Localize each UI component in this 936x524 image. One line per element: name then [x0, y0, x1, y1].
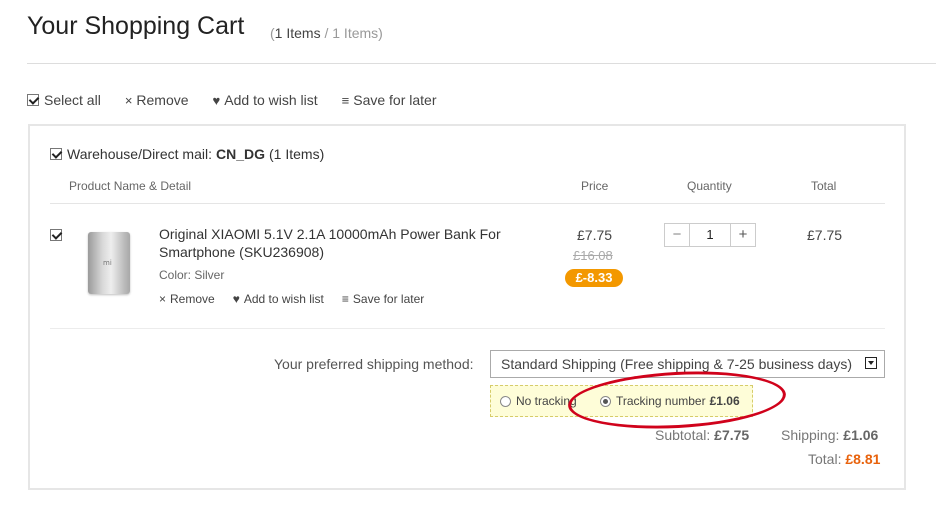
remove-selected-label: Remove [136, 92, 189, 108]
product-thumbnail[interactable]: mi [88, 232, 130, 294]
cart-toolbar: Select all × Remove ♥ Add to wish list ≡… [27, 92, 461, 108]
item-count: (1 Items / 1 Items) [270, 25, 383, 41]
chevron-down-icon [865, 357, 877, 369]
item-price: £7.75 [577, 227, 613, 243]
item-wishlist-label: Add to wish list [243, 292, 324, 306]
quantity-increase-button[interactable]: + [730, 224, 755, 246]
quantity-input[interactable]: 1 [690, 224, 730, 246]
item-total: £7.75 [807, 227, 843, 243]
heart-icon: ♥ [232, 292, 240, 306]
item-checkbox[interactable] [50, 228, 62, 241]
grand-total: Total: £8.81 [808, 451, 880, 467]
item-divider [50, 328, 885, 329]
count-total: 1 Items [332, 25, 379, 41]
subtotal-label: Subtotal: [655, 427, 711, 443]
no-tracking-option[interactable]: No tracking [500, 394, 577, 408]
column-header-product: Product Name & Detail [69, 179, 192, 193]
warehouse-count: (1 Items) [269, 146, 325, 162]
grand-total-value: £8.81 [845, 451, 881, 467]
list-icon: ≡ [341, 292, 349, 306]
item-save-later-label: Save for later [352, 292, 425, 306]
close-icon: × [159, 292, 167, 306]
grand-total-label: Total: [808, 451, 842, 467]
shipping-method-label: Your preferred shipping method: [274, 356, 474, 372]
column-header-quantity: Quantity [687, 179, 732, 193]
warehouse-header[interactable]: Warehouse/Direct mail: CN_DG (1 Items) [50, 146, 324, 162]
quantity-decrease-button[interactable]: − [665, 224, 690, 246]
item-original-price: £16.08 [573, 248, 613, 263]
item-remove-label: Remove [170, 292, 215, 306]
page-title: Your Shopping Cart [27, 12, 245, 40]
warehouse-checkbox[interactable] [50, 148, 62, 160]
select-all-checkbox[interactable] [27, 94, 39, 106]
item-wishlist-button[interactable]: ♥ Add to wish list [233, 292, 324, 306]
select-all-toggle[interactable]: Select all [27, 92, 101, 108]
item-actions: × Remove ♥ Add to wish list ≡ Save for l… [159, 292, 442, 306]
close-icon: × [124, 92, 133, 108]
header-divider [50, 203, 885, 204]
product-color: Color: Silver [159, 268, 225, 282]
save-for-later-label: Save for later [353, 92, 437, 108]
discount-badge: £-8.33 [565, 269, 623, 287]
shipping-cost-label: Shipping: [781, 427, 840, 443]
list-icon: ≡ [341, 92, 350, 108]
column-header-total: Total [811, 179, 837, 193]
quantity-stepper: − 1 + [664, 223, 756, 247]
count-close: ) [378, 25, 383, 41]
title-divider [27, 63, 936, 64]
subtotal: Subtotal: £7.75 [655, 427, 749, 443]
heart-icon: ♥ [212, 92, 221, 108]
warehouse-code: CN_DG [215, 146, 265, 162]
product-name-link[interactable]: Original XIAOMI 5.1V 2.1A 10000mAh Power… [159, 225, 529, 261]
shipping-cost-value: £1.06 [843, 427, 879, 443]
product-logo: mi [103, 259, 112, 267]
count-separator: / [320, 25, 333, 41]
column-header-price: Price [581, 179, 609, 193]
item-save-later-button[interactable]: ≡ Save for later [342, 292, 424, 306]
item-remove-button[interactable]: × Remove [159, 292, 215, 306]
remove-selected-button[interactable]: × Remove [125, 92, 189, 108]
subtotal-value: £7.75 [714, 427, 750, 443]
add-to-wishlist-label: Add to wish list [224, 92, 318, 108]
shipping-cost: Shipping: £1.06 [781, 427, 878, 443]
select-all-label: Select all [44, 92, 101, 108]
count-current: 1 Items [274, 25, 321, 41]
add-selected-to-wishlist-button[interactable]: ♥ Add to wish list [213, 92, 318, 108]
warehouse-prefix: Warehouse/Direct mail: [67, 146, 212, 162]
save-selected-for-later-button[interactable]: ≡ Save for later [342, 92, 437, 108]
shipping-method-value: Standard Shipping (Free shipping & 7-25 … [501, 356, 852, 372]
no-tracking-radio[interactable] [500, 395, 511, 407]
